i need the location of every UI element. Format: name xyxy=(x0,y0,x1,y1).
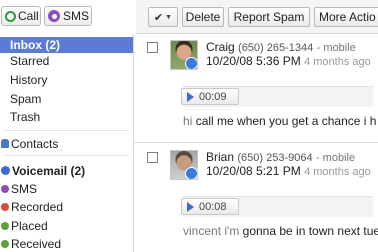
sidebar-item-trash[interactable]: Trash xyxy=(0,109,133,125)
message-checkbox[interactable] xyxy=(147,42,158,53)
play-button[interactable]: 00:08 xyxy=(181,198,239,215)
message-divider xyxy=(134,142,378,143)
placed-call-icon xyxy=(1,221,9,230)
more-actions-button[interactable]: More Actio xyxy=(314,7,378,27)
sidebar-divider xyxy=(4,130,129,131)
sidebar-item-spam[interactable]: Spam xyxy=(0,91,133,107)
report-spam-button[interactable]: Report Spam xyxy=(228,7,310,27)
message-ago: 4 months ago xyxy=(304,56,371,68)
message-ago: 4 months ago xyxy=(304,166,371,178)
sender-number: (650) 253-9064 xyxy=(237,152,313,164)
avatar xyxy=(170,40,198,70)
phone-type: - mobile xyxy=(316,42,356,54)
call-icon xyxy=(5,10,16,22)
select-dropdown-button[interactable]: ✔ ▼ xyxy=(148,7,178,27)
message-transcript: hi call me when you get a chance i h xyxy=(183,114,378,128)
sidebar-item-starred[interactable]: Starred xyxy=(0,53,133,69)
sidebar-item-inbox[interactable]: Inbox (2) xyxy=(0,37,133,53)
sidebar-item-voicemail[interactable]: Voicemail (2) xyxy=(0,163,134,179)
phone-type: - mobile xyxy=(315,152,356,164)
chevron-down-icon: ▼ xyxy=(165,13,173,21)
transcript-low-confidence: vincent i'm xyxy=(183,224,240,238)
top-action-bar: Call SMS xyxy=(0,0,134,34)
sidebar-item-contacts[interactable]: Contacts xyxy=(0,136,134,152)
sidebar-item-sms[interactable]: SMS xyxy=(0,181,134,197)
play-icon xyxy=(187,91,194,102)
recorded-icon xyxy=(1,202,9,211)
sidebar-item-label: Placed xyxy=(11,219,48,233)
avatar xyxy=(170,150,198,180)
sidebar: Inbox (2) Starred History Spam Trash Con… xyxy=(0,34,134,252)
sidebar-item-label: Received xyxy=(11,237,62,251)
message-checkbox[interactable] xyxy=(147,152,158,163)
sms-icon xyxy=(48,10,60,22)
message-datetime: 10/20/08 5:21 PM xyxy=(206,164,301,178)
voicemail-badge-icon xyxy=(185,57,197,69)
sms-button[interactable]: SMS xyxy=(44,6,92,26)
voicemail-icon xyxy=(1,166,10,176)
play-duration: 00:09 xyxy=(199,90,227,103)
message-datetime: 10/20/08 5:36 PM xyxy=(206,54,301,68)
transcript-text: call me when you get a chance i h xyxy=(195,114,377,128)
sidebar-item-label: Recorded xyxy=(11,200,64,214)
sidebar-item-label: SMS xyxy=(11,182,38,196)
delete-button[interactable]: Delete xyxy=(182,7,224,27)
sms-label: SMS xyxy=(63,9,90,23)
sender-line: Brian (650) 253-9064 - mobile xyxy=(206,150,355,164)
sidebar-item-history[interactable]: History xyxy=(0,72,133,88)
contacts-icon xyxy=(1,139,9,149)
sender-name[interactable]: Craig xyxy=(206,40,235,54)
transcript-low-confidence: hi xyxy=(183,114,193,128)
sms-dot-icon xyxy=(1,184,9,193)
transcript-text: gonna be in town next tues xyxy=(242,224,378,238)
sidebar-item-label: Contacts xyxy=(11,137,59,151)
sidebar-item-recorded[interactable]: Recorded xyxy=(0,199,134,215)
call-button[interactable]: Call xyxy=(1,6,41,26)
received-call-icon xyxy=(1,239,9,248)
sidebar-item-label: Voicemail (2) xyxy=(12,164,86,178)
message-transcript: vincent i'm gonna be in town next tues xyxy=(183,224,378,238)
sidebar-item-placed[interactable]: Placed xyxy=(0,218,134,234)
message-timestamp: 10/20/08 5:36 PM 4 months ago xyxy=(206,54,371,68)
sender-number: (650) 265-1344 xyxy=(238,42,314,54)
checkmark-icon: ✔ xyxy=(153,11,164,24)
sender-name[interactable]: Brian xyxy=(206,150,234,164)
message-list: Craig (650) 265-1344 - mobile 10/20/08 5… xyxy=(134,34,378,252)
play-icon xyxy=(187,201,194,212)
sidebar-divider xyxy=(4,155,129,156)
sidebar-item-received[interactable]: Received xyxy=(0,236,134,252)
sender-line: Craig (650) 265-1344 - mobile xyxy=(206,40,356,54)
play-duration: 00:08 xyxy=(199,200,227,213)
call-label: Call xyxy=(18,9,39,23)
play-button[interactable]: 00:09 xyxy=(181,88,239,105)
message-toolbar: ✔ ▼ Delete Report Spam More Actio xyxy=(136,0,378,34)
voicemail-badge-icon xyxy=(185,167,197,179)
message-timestamp: 10/20/08 5:21 PM 4 months ago xyxy=(206,164,371,178)
